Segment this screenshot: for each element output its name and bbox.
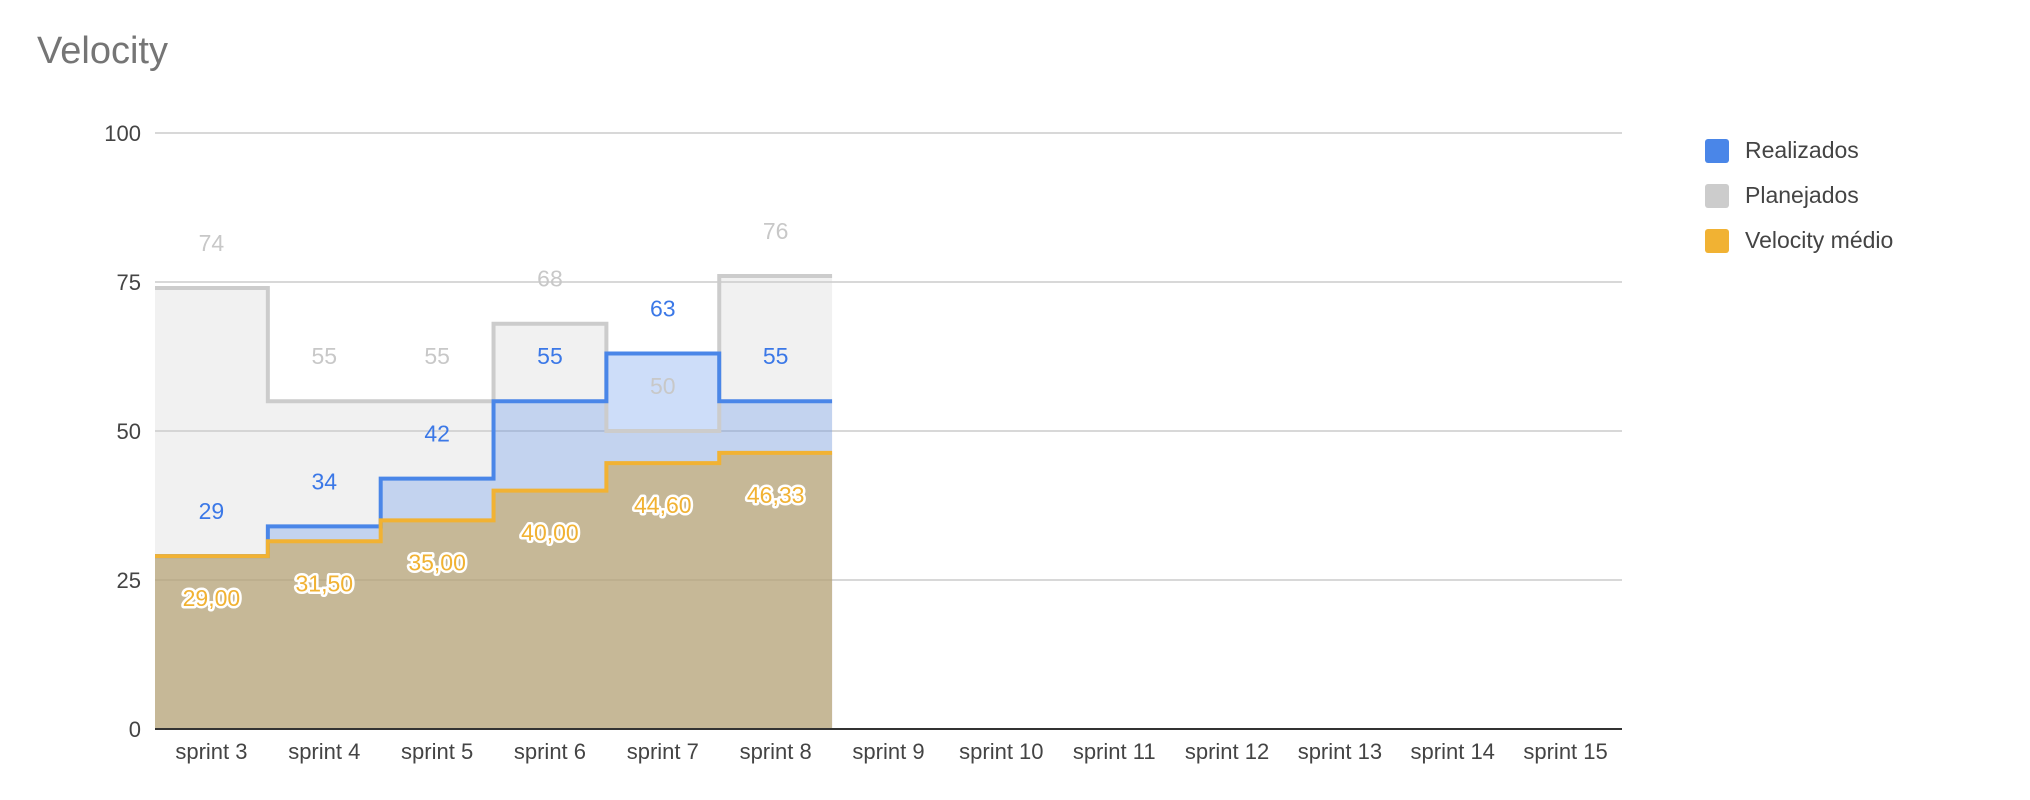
x-tick-label: sprint 15: [1523, 739, 1607, 764]
data-label-realizados: 42: [424, 421, 450, 447]
data-label-realizados: 63: [650, 296, 676, 322]
data-label-realizados: 55: [537, 343, 563, 369]
x-tick-label: sprint 10: [959, 739, 1043, 764]
x-tick-label: sprint 9: [852, 739, 924, 764]
data-label-planejados: 55: [424, 343, 450, 369]
data-label-velocity-medio: 31,50: [295, 570, 353, 596]
data-label-velocity-medio: 44,60: [634, 492, 692, 518]
velocity-chart: 7455 5568507629344255635529,0029,0031,503…: [104, 121, 1622, 764]
y-tick-label: 50: [117, 419, 141, 444]
x-tick-label: sprint 4: [288, 739, 360, 764]
x-tick-label: sprint 11: [1073, 739, 1156, 764]
y-tick-label: 75: [117, 270, 141, 295]
legend-item-realizados[interactable]: Realizados: [1705, 128, 1893, 173]
y-tick-label: 100: [104, 121, 141, 146]
x-tick-label: sprint 14: [1411, 739, 1495, 764]
legend-item-velocity-medio[interactable]: Velocity médio: [1705, 218, 1893, 263]
data-label-planejados: 50: [650, 373, 676, 399]
data-label-planejados: 68: [537, 266, 563, 292]
legend-label-planejados: Planejados: [1745, 182, 1859, 208]
x-tick-label: sprint 13: [1298, 739, 1382, 764]
data-label-realizados: 55: [763, 343, 789, 369]
data-label-realizados: 29: [199, 498, 225, 524]
x-tick-label: sprint 12: [1185, 739, 1269, 764]
legend-swatch-realizados: [1705, 138, 1729, 163]
legend-label-realizados: Realizados: [1745, 137, 1859, 163]
legend-label-velocity-medio: Velocity médio: [1745, 227, 1894, 253]
data-label-velocity-medio: 29,00: [183, 585, 241, 611]
x-tick-label: sprint 6: [514, 739, 586, 764]
x-tick-label: sprint 5: [401, 739, 473, 764]
x-tick-label: sprint 3: [175, 739, 247, 764]
legend-swatch-planejados: [1705, 183, 1729, 208]
data-label-velocity-medio: 46,33: [747, 482, 805, 508]
y-tick-label: 0: [129, 717, 141, 742]
data-label-planejados: 76: [763, 218, 789, 244]
data-label-velocity-medio: 35,00: [408, 549, 466, 575]
data-label-velocity-medio: 40,00: [521, 520, 579, 546]
x-tick-label: sprint 7: [627, 739, 699, 764]
data-label-planejados: 74: [199, 230, 225, 256]
legend-swatch-velocity-medio: [1705, 228, 1729, 253]
y-tick-label: 25: [117, 568, 141, 593]
x-tick-label: sprint 8: [740, 739, 812, 764]
legend: Realizados Planejados Velocity médio: [1705, 128, 1893, 263]
legend-item-planejados[interactable]: Planejados: [1705, 173, 1893, 218]
data-label-realizados: 34: [311, 468, 337, 494]
data-label-planejados: 55: [311, 343, 337, 369]
